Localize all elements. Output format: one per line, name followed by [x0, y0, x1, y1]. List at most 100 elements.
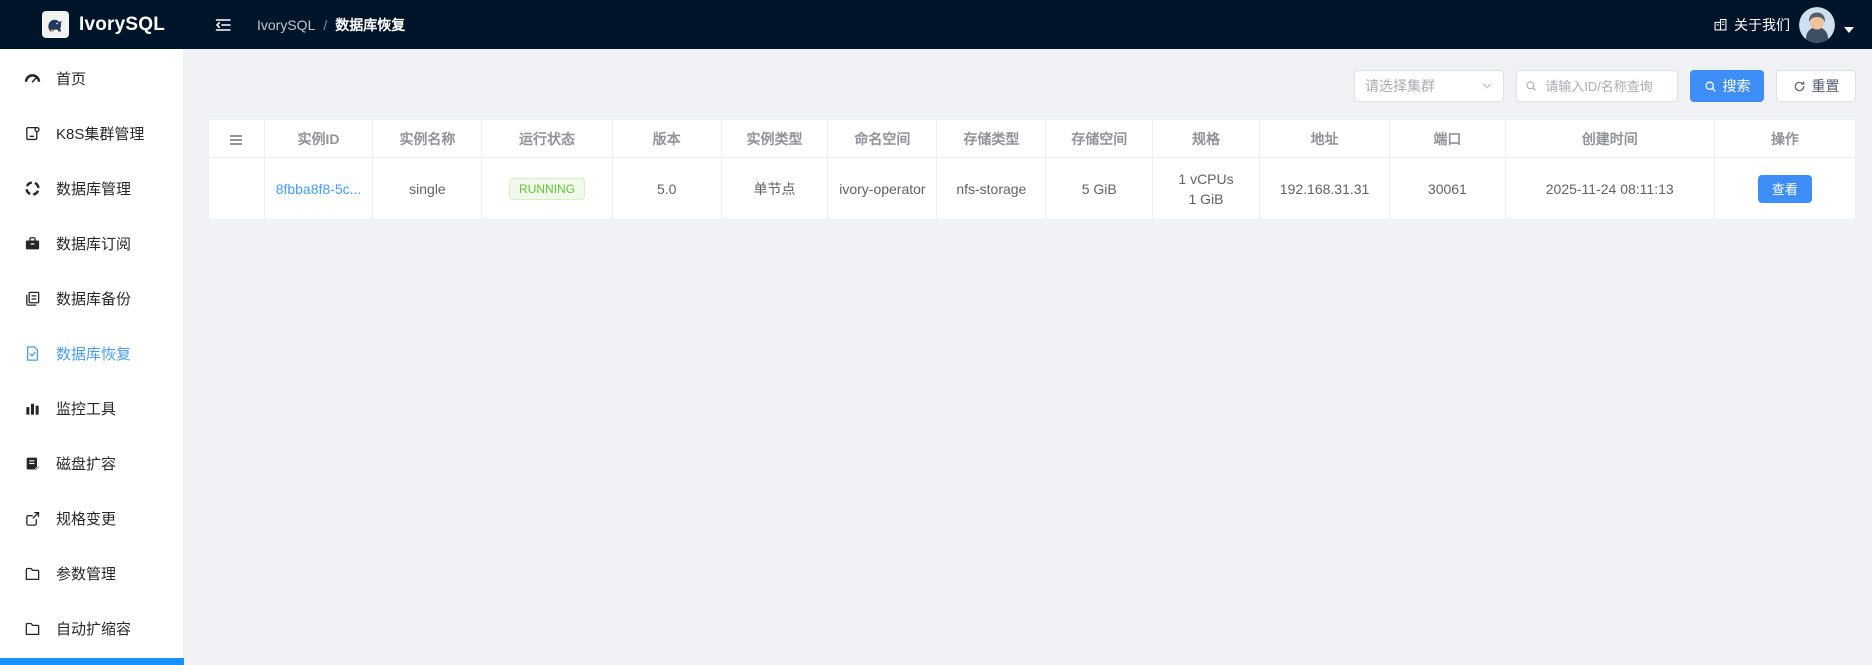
- search-icon: [1526, 81, 1536, 91]
- search-button-label: 搜索: [1722, 78, 1751, 94]
- sidebar-item-auto-scaling[interactable]: 自动扩缩容: [0, 601, 183, 656]
- col-created-at: 创建时间: [1504, 119, 1715, 158]
- sidebar-item-label: 规格变更: [56, 511, 117, 528]
- cell-instance-id: 8fbba8f8-5c...: [263, 157, 374, 220]
- sidebar-item-parameter-management[interactable]: 参数管理: [0, 546, 183, 601]
- refresh-icon: [1794, 80, 1804, 91]
- search-input[interactable]: [1543, 77, 1669, 95]
- col-address: 地址: [1258, 119, 1391, 158]
- sidebar-item-label: 参数管理: [56, 566, 117, 583]
- instance-id-link[interactable]: 8fbba8f8-5c...: [276, 181, 362, 197]
- file-check-icon: [26, 346, 39, 361]
- sidebar-item-label: 数据库管理: [56, 181, 132, 198]
- sidebar-item-spec-change[interactable]: 规格变更: [0, 491, 183, 546]
- chevron-down-icon: [1483, 83, 1491, 89]
- instances-table: 实例ID 实例名称 运行状态 版本 实例类型 命名空间 存储类型 存储空间 规格…: [208, 119, 1857, 220]
- top-navbar: IvorySQL IvorySQL / 数据库恢复 关于我们: [0, 0, 1872, 49]
- bar-chart-icon: [26, 403, 39, 415]
- cell-storage-type: nfs-storage: [936, 157, 1047, 220]
- sidebar-item-k8s-cluster[interactable]: K8S集群管理: [0, 106, 183, 161]
- cell-instance-type: 单节点: [720, 157, 829, 220]
- backup-copy-icon: [26, 291, 40, 306]
- main-layout: 首页 K8S集群管理 数据库管理 数据库订阅 数据库备份 数据库恢复 监控工具 …: [0, 49, 1872, 665]
- search-icon: [1705, 81, 1716, 92]
- spec-cpu: 1 vCPUs: [1178, 170, 1234, 187]
- col-instance-name: 实例名称: [372, 119, 483, 158]
- col-instance-type: 实例类型: [720, 119, 829, 158]
- breadcrumb-separator: /: [323, 16, 328, 33]
- col-instance-id: 实例ID: [263, 119, 374, 158]
- cell-expand: [208, 157, 265, 220]
- sidebar-item-label: 数据库恢复: [56, 346, 132, 363]
- view-button[interactable]: 查看: [1757, 174, 1812, 203]
- cell-namespace: ivory-operator: [827, 157, 938, 220]
- content-area: 请选择集群 搜索: [184, 49, 1872, 665]
- sidebar-item-db-management[interactable]: 数据库管理: [0, 161, 183, 216]
- cluster-select-placeholder: 请选择集群: [1365, 78, 1435, 94]
- avatar[interactable]: [1799, 6, 1835, 43]
- sidebar-item-label: K8S集群管理: [56, 126, 145, 143]
- reset-button-label: 重置: [1811, 78, 1840, 94]
- brand-title: IvorySQL: [79, 13, 166, 35]
- table-header-row: 实例ID 实例名称 运行状态 版本 实例类型 命名空间 存储类型 存储空间 规格…: [208, 119, 1857, 158]
- sidebar-item-label: 数据库备份: [56, 291, 132, 308]
- search-button[interactable]: 搜索: [1690, 70, 1764, 102]
- export-icon: [26, 511, 40, 526]
- col-status: 运行状态: [481, 119, 613, 158]
- col-spec: 规格: [1152, 119, 1260, 158]
- chevron-down-icon[interactable]: [1844, 26, 1854, 33]
- cell-actions: 查看: [1713, 157, 1857, 220]
- brand[interactable]: IvorySQL: [0, 11, 184, 38]
- col-version: 版本: [611, 119, 722, 158]
- menu-fold-icon[interactable]: [214, 16, 232, 34]
- sidebar-item-monitoring[interactable]: 监控工具: [0, 381, 183, 436]
- expand-all-icon: [230, 134, 243, 145]
- about-us-link[interactable]: 关于我们: [1713, 15, 1790, 35]
- sidebar-item-db-subscription[interactable]: 数据库订阅: [0, 216, 183, 271]
- cell-created-at: 2025-11-24 08:11:13: [1504, 157, 1715, 220]
- breadcrumb-root[interactable]: IvorySQL: [257, 17, 315, 33]
- spec-memory: 1 GiB: [1188, 190, 1224, 207]
- folder-icon: [25, 622, 40, 636]
- instances-table-card: 实例ID 实例名称 运行状态 版本 实例类型 命名空间 存储类型 存储空间 规格…: [208, 119, 1857, 220]
- cell-port: 30061: [1389, 157, 1506, 220]
- cell-address: 192.168.31.31: [1258, 157, 1391, 220]
- breadcrumb: IvorySQL / 数据库恢复: [257, 15, 405, 35]
- dashboard-icon: [24, 74, 41, 83]
- sidebar-item-home[interactable]: 首页: [0, 51, 183, 106]
- sidebar-bottom-indicator: [0, 658, 184, 665]
- disk-edit-icon: [26, 457, 41, 472]
- filter-bar: 请选择集群 搜索: [208, 70, 1856, 102]
- cell-version: 5.0: [611, 157, 722, 220]
- col-namespace: 命名空间: [827, 119, 938, 158]
- about-us-label: 关于我们: [1734, 16, 1790, 33]
- cell-storage-size: 5 GiB: [1045, 157, 1154, 220]
- folder-icon: [25, 567, 40, 581]
- sidebar-item-label: 磁盘扩容: [56, 456, 117, 473]
- col-expand[interactable]: [208, 119, 265, 158]
- reset-button[interactable]: 重置: [1776, 70, 1856, 102]
- sidebar-item-label: 数据库订阅: [56, 236, 132, 253]
- database-ring-icon: [25, 181, 40, 196]
- col-actions: 操作: [1713, 119, 1857, 158]
- breadcrumb-current: 数据库恢复: [335, 16, 406, 33]
- sidebar-item-db-backup[interactable]: 数据库备份: [0, 271, 183, 326]
- search-box: [1516, 70, 1678, 102]
- sidebar-item-disk-expansion[interactable]: 磁盘扩容: [0, 436, 183, 491]
- sidebar-item-label: 监控工具: [56, 401, 117, 418]
- sidebar-item-label: 首页: [56, 71, 87, 88]
- cell-status: RUNNING: [481, 157, 613, 220]
- sidebar-item-db-recovery[interactable]: 数据库恢复: [0, 326, 183, 381]
- subscription-icon: [25, 237, 40, 250]
- col-storage-size: 存储空间: [1045, 119, 1154, 158]
- col-port: 端口: [1389, 119, 1506, 158]
- cell-instance-name: single: [372, 157, 483, 220]
- cell-spec: 1 vCPUs 1 GiB: [1152, 157, 1260, 220]
- cluster-select[interactable]: 请选择集群: [1354, 70, 1504, 102]
- col-storage-type: 存储类型: [936, 119, 1047, 158]
- navbar-right: 关于我们: [1713, 6, 1872, 43]
- table-row: 8fbba8f8-5c... single RUNNING 5.0 单节点 iv…: [208, 157, 1857, 220]
- sidebar-item-label: 自动扩缩容: [56, 621, 132, 638]
- status-badge: RUNNING: [509, 177, 586, 200]
- building-icon: [1714, 18, 1727, 31]
